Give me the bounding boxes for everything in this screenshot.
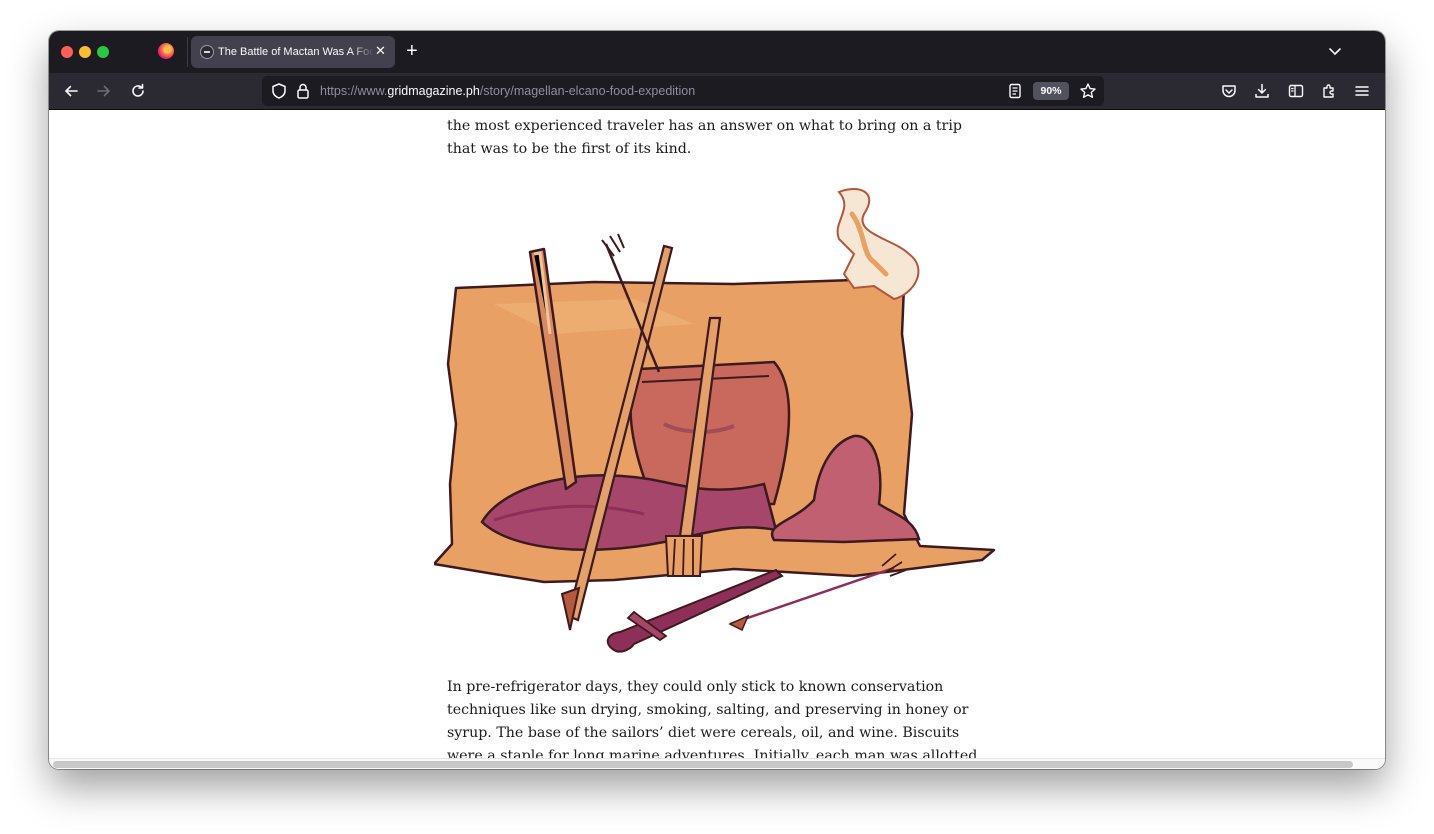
- pocket-icon[interactable]: [1220, 82, 1238, 100]
- url-prefix: https://www.: [320, 84, 388, 98]
- chevron-down-icon[interactable]: [1327, 43, 1343, 59]
- tab-close-icon[interactable]: ✕: [375, 43, 386, 59]
- url-text[interactable]: https://www.gridmagazine.ph/story/magell…: [320, 83, 695, 99]
- reader-view-icon[interactable]: [1006, 82, 1024, 100]
- sidebar-icon[interactable]: [1287, 82, 1305, 100]
- browser-window: The Battle of Mactan Was A Food Expediti…: [49, 31, 1385, 769]
- reload-icon[interactable]: [129, 82, 147, 100]
- back-arrow-icon[interactable]: [62, 82, 80, 100]
- tab-active[interactable]: The Battle of Mactan Was A Food Expediti…: [191, 36, 395, 68]
- zoom-window-button[interactable]: [97, 46, 109, 58]
- puzzle-icon[interactable]: [1320, 82, 1338, 100]
- new-tab-button[interactable]: +: [406, 40, 418, 62]
- close-window-button[interactable]: [61, 46, 73, 58]
- article-paragraph: In pre-refrigerator days, they could onl…: [447, 679, 978, 758]
- star-icon[interactable]: [1079, 82, 1097, 100]
- article-paragraph: the most experienced traveler has an ans…: [447, 118, 962, 157]
- url-domain: gridmagazine.ph: [387, 84, 480, 98]
- food-expedition-illustration: [434, 188, 996, 653]
- tab-title: The Battle of Mactan Was A Food Expediti…: [218, 46, 374, 58]
- tab-strip: The Battle of Mactan Was A Food Expediti…: [49, 31, 1385, 73]
- hamburger-menu-icon[interactable]: [1353, 82, 1371, 100]
- download-icon[interactable]: [1253, 82, 1271, 100]
- address-bar[interactable]: https://www.gridmagazine.ph/story/magell…: [262, 76, 1104, 106]
- navigation-toolbar: https://www.gridmagazine.ph/story/magell…: [49, 73, 1385, 110]
- minimize-window-button[interactable]: [79, 46, 91, 58]
- url-path: /story/magellan-elcano-food-expedition: [479, 84, 696, 98]
- lock-icon[interactable]: [294, 82, 312, 100]
- page-content: the most experienced traveler has an ans…: [49, 110, 1371, 758]
- firefox-icon: [158, 43, 174, 59]
- tab-separator: [187, 37, 188, 67]
- shield-icon[interactable]: [270, 82, 288, 100]
- zoom-level-badge[interactable]: 90%: [1033, 82, 1069, 100]
- horizontal-scrollbar[interactable]: [49, 758, 1385, 769]
- horizontal-scrollbar-thumb[interactable]: [53, 761, 1353, 768]
- forward-arrow-icon[interactable]: [95, 82, 113, 100]
- grid-magazine-favicon-icon: [200, 45, 214, 59]
